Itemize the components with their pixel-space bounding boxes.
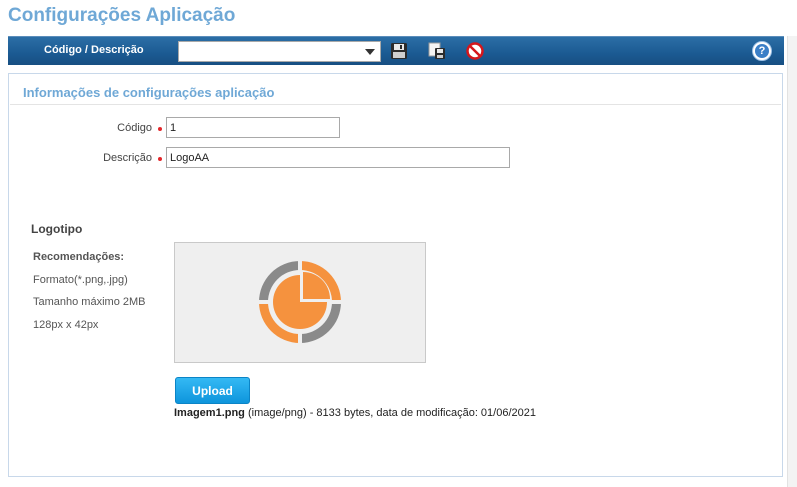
logo-heading: Logotipo bbox=[31, 222, 83, 236]
required-indicator bbox=[158, 127, 162, 131]
codigo-descricao-label: Código / Descrição bbox=[44, 44, 144, 56]
codigo-input[interactable] bbox=[166, 117, 340, 138]
page-title: Configurações Aplicação bbox=[8, 5, 236, 26]
required-indicator bbox=[158, 157, 162, 161]
upload-button[interactable]: Upload bbox=[175, 377, 250, 404]
logo-preview bbox=[174, 242, 426, 363]
panel-title: Informações de configurações aplicação bbox=[23, 85, 275, 100]
codigo-label: Código bbox=[117, 122, 152, 134]
recommendation-format: Formato(*.png,.jpg) bbox=[33, 274, 128, 286]
scrollbar-track[interactable] bbox=[787, 36, 797, 487]
floppy-disk-icon[interactable] bbox=[390, 42, 408, 60]
help-icon: ? bbox=[755, 44, 769, 58]
logo-image bbox=[257, 259, 343, 345]
descricao-label: Descrição bbox=[103, 152, 152, 164]
toolbar: Código / Descrição ? bbox=[8, 36, 784, 65]
page: Configurações Aplicação Código / Descriç… bbox=[0, 0, 797, 487]
file-details: (image/png) - 8133 bytes, data de modifi… bbox=[244, 407, 536, 419]
cancel-icon[interactable] bbox=[466, 42, 484, 60]
recommendation-dimensions: 128px x 42px bbox=[33, 319, 99, 331]
save-as-icon[interactable] bbox=[428, 42, 446, 60]
recommendation-size: Tamanho máximo 2MB bbox=[33, 296, 146, 308]
codigo-descricao-select[interactable] bbox=[178, 41, 381, 62]
help-button[interactable]: ? bbox=[752, 41, 772, 61]
file-name: Imagem1.png bbox=[174, 407, 245, 419]
descricao-input[interactable] bbox=[166, 147, 510, 168]
file-info: Imagem1.png (image/png) - 8133 bytes, da… bbox=[174, 407, 536, 419]
panel-divider bbox=[10, 104, 781, 105]
chevron-down-icon[interactable] bbox=[365, 49, 375, 55]
recommendations-title: Recomendações: bbox=[33, 251, 125, 263]
config-panel: Informações de configurações aplicação C… bbox=[8, 73, 783, 477]
